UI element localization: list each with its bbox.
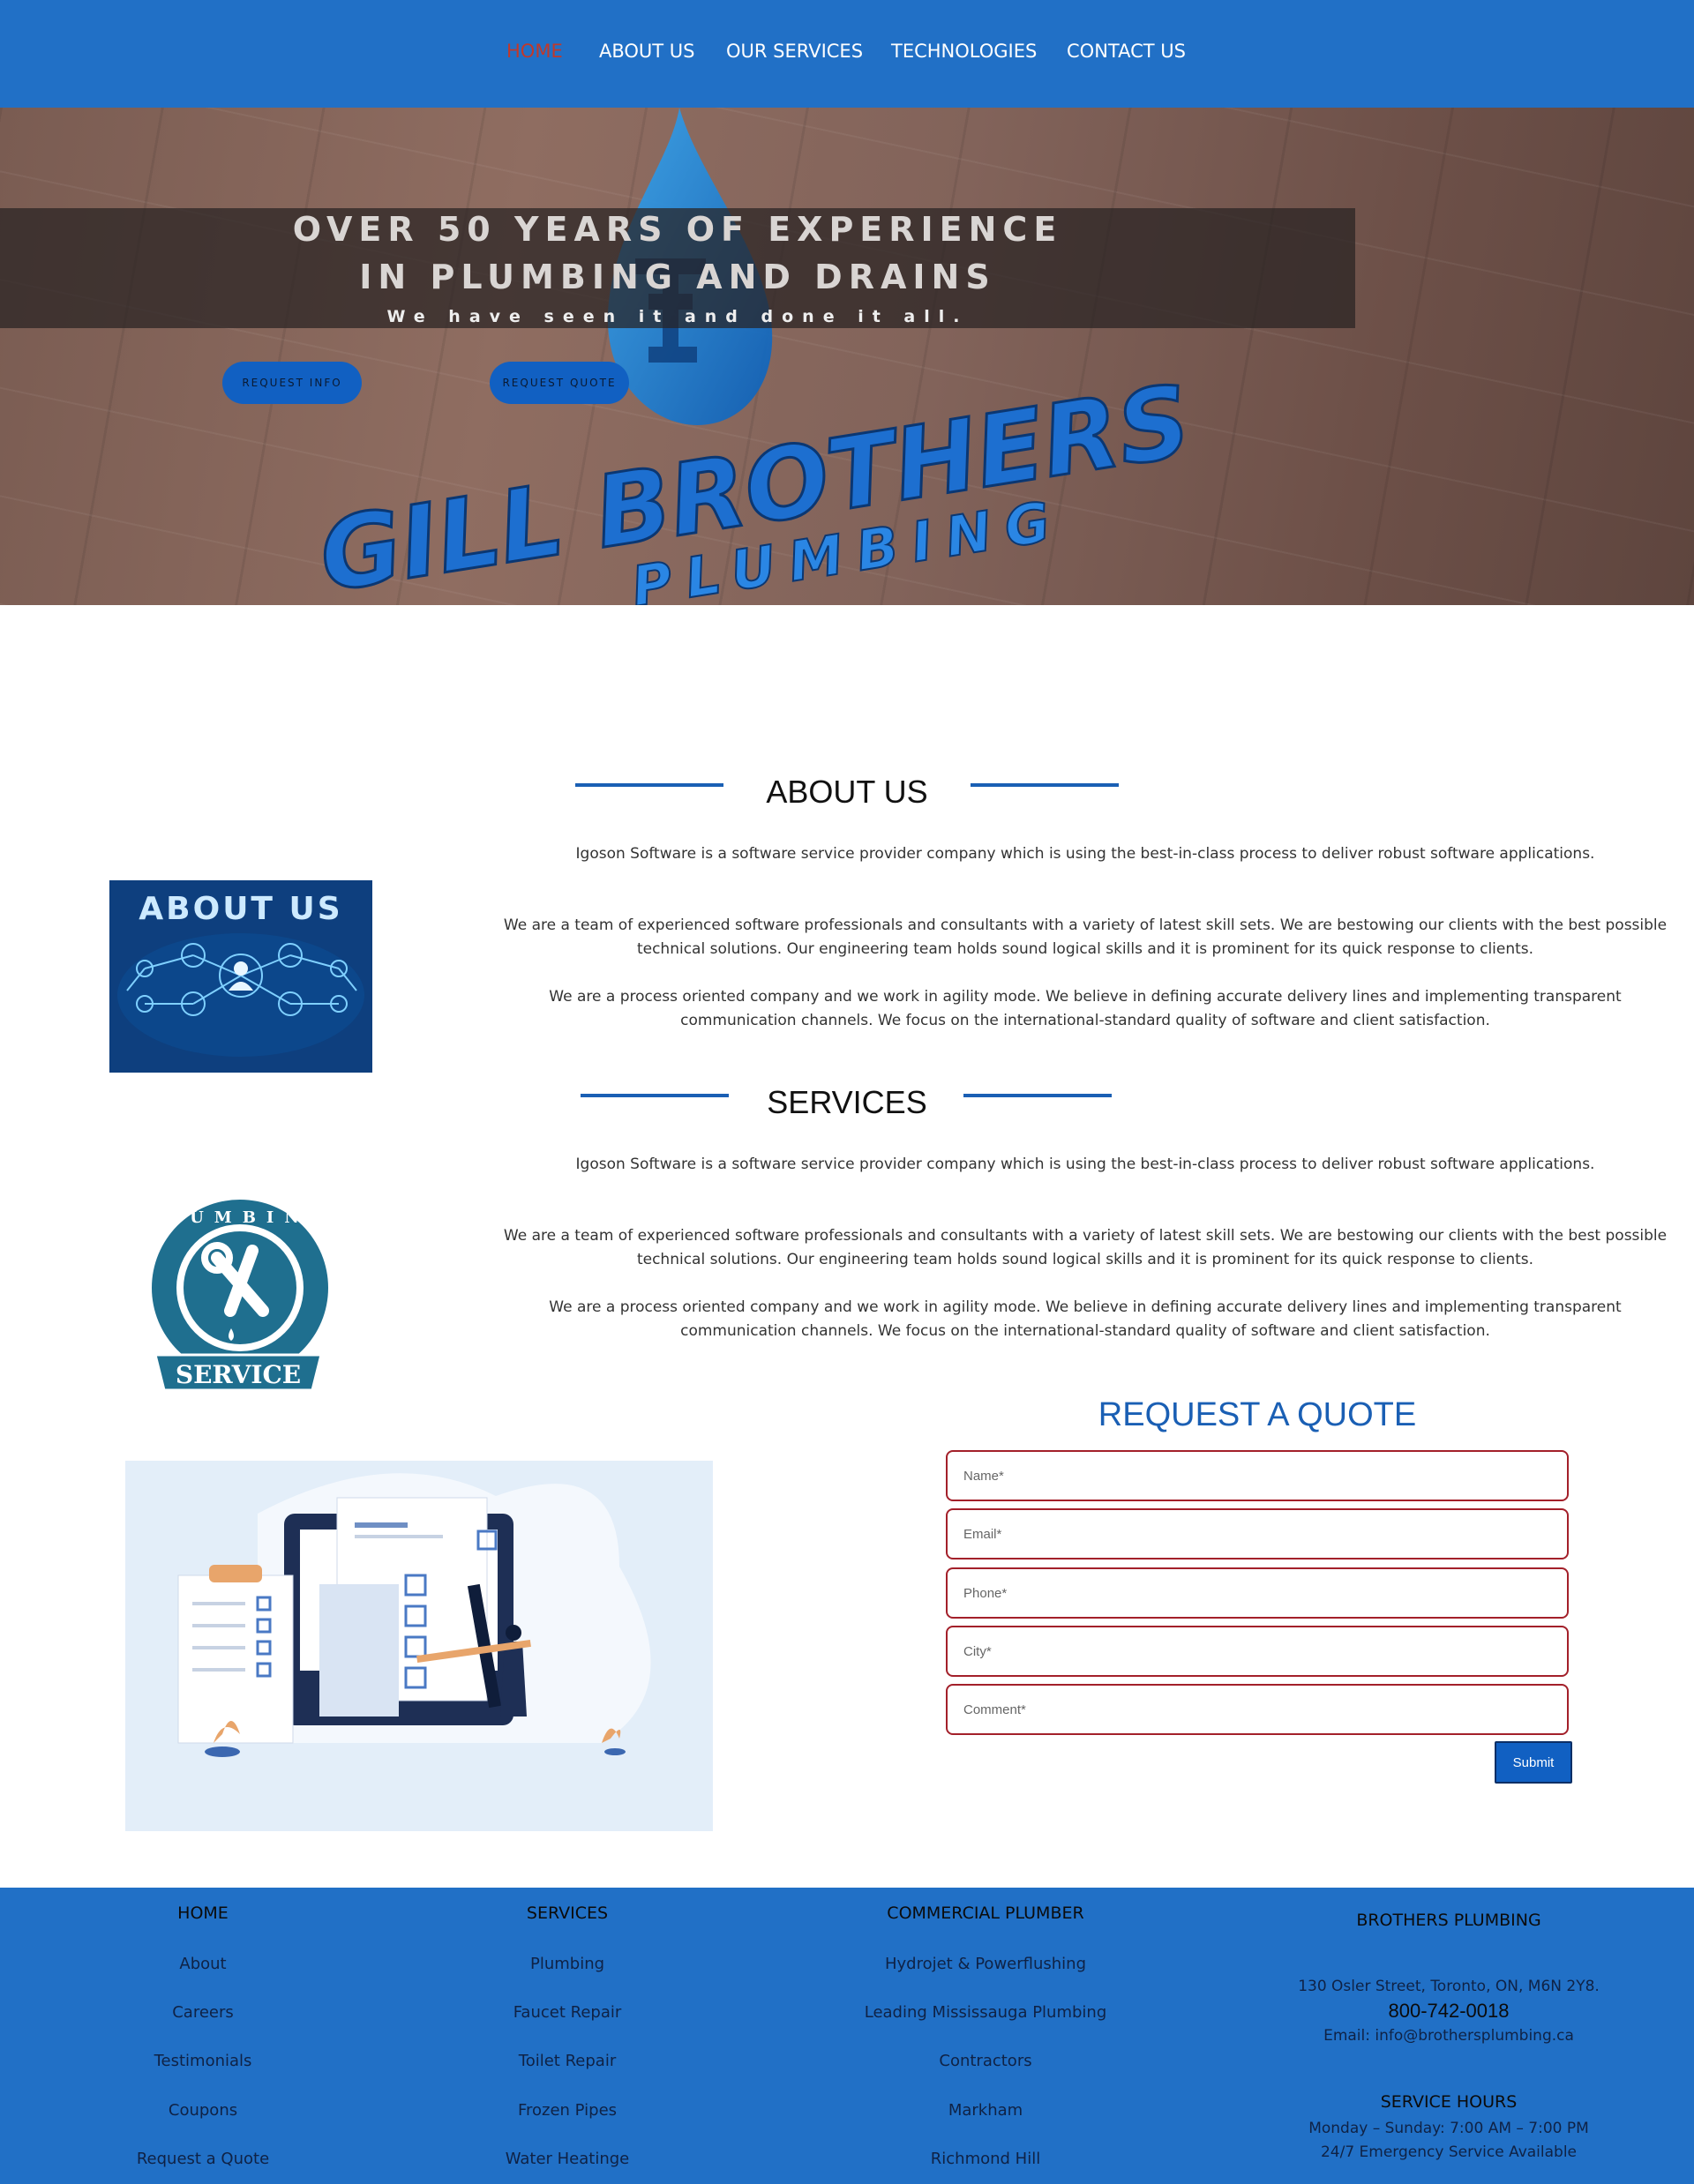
services-title-rule-left: [581, 1094, 729, 1097]
about-paragraph-2: We are a team of experienced software pr…: [503, 916, 1668, 958]
footer-link-testimonials[interactable]: Testimonials: [71, 2052, 335, 2070]
nav-services-link[interactable]: OUR SERVICES: [726, 41, 863, 62]
nav-contact-link[interactable]: CONTACT US: [1067, 41, 1186, 62]
nav-technologies-link[interactable]: TECHNOLOGIES: [891, 41, 1037, 62]
footer-link-water-heating[interactable]: Water Heatinge: [435, 2150, 700, 2168]
footer-hours-heading: SERVICE HOURS: [1380, 2092, 1518, 2112]
about-title-rule-left: [575, 783, 723, 787]
footer-email[interactable]: Email: info@brothersplumbing.ca: [1272, 2027, 1625, 2045]
comment-field[interactable]: [946, 1684, 1569, 1735]
footer-link-mississauga[interactable]: Leading Mississauga Plumbing: [809, 2003, 1162, 2022]
checklist-illustration: [125, 1461, 713, 1831]
plumbing-service-badge: PLUMBING SERVICE: [146, 1196, 330, 1399]
hero-subheadline: We have seen it and done it all.: [386, 307, 969, 326]
about-title-rule-right: [971, 783, 1119, 787]
about-us-image: ABOUT US: [109, 880, 372, 1073]
badge-bottom-text: SERVICE: [176, 1360, 301, 1389]
footer-hours-line2: 24/7 Emergency Service Available: [1320, 2143, 1578, 2161]
footer-hours-line1: Monday – Sunday: 7:00 AM – 7:00 PM: [1308, 2120, 1589, 2137]
services-section-title: SERVICES: [767, 1084, 927, 1120]
footer-link-careers[interactable]: Careers: [71, 2003, 335, 2022]
hero-banner: GILL BROTHERS PLUMBING OVER 50 YEARS OF …: [0, 108, 1694, 605]
gill-brothers-logo: GILL BROTHERS PLUMBING: [311, 108, 1199, 605]
site-footer: HOME About Careers Testimonials Coupons …: [0, 1888, 1694, 2184]
footer-link-about[interactable]: About: [71, 1955, 335, 1973]
name-field[interactable]: [946, 1450, 1569, 1501]
about-paragraph-1: Igoson Software is a software service pr…: [575, 845, 1595, 863]
nav-about-link[interactable]: ABOUT US: [599, 41, 695, 62]
badge-top-text: PLUMBING: [146, 1208, 330, 1227]
top-navigation-bar: HOME ABOUT US OUR SERVICES TECHNOLOGIES …: [0, 0, 1694, 108]
phone-field[interactable]: [946, 1567, 1569, 1619]
footer-link-richmond-hill[interactable]: Richmond Hill: [809, 2150, 1162, 2168]
footer-col3-heading[interactable]: COMMERCIAL PLUMBER: [809, 1904, 1162, 1923]
about-image-caption: ABOUT US: [139, 891, 342, 927]
nav-home-link[interactable]: HOME: [506, 41, 563, 62]
services-paragraph-3: We are a process oriented company and we…: [549, 1298, 1622, 1340]
footer-link-faucet-repair[interactable]: Faucet Repair: [435, 2003, 700, 2022]
services-title-rule-right: [963, 1094, 1112, 1097]
hero-headline-line1: OVER 50 YEARS OF EXPERIENCE: [292, 210, 1063, 249]
footer-address: 130 Osler Street, Toronto, ON, M6N 2Y8.: [1298, 1978, 1600, 1995]
footer-link-hydrojet[interactable]: Hydrojet & Powerflushing: [809, 1955, 1162, 1973]
email-field[interactable]: [946, 1508, 1569, 1559]
footer-col1-heading[interactable]: HOME: [71, 1904, 335, 1923]
footer-link-markham[interactable]: Markham: [809, 2101, 1162, 2120]
request-info-button[interactable]: REQUEST INFO: [222, 362, 362, 404]
footer-link-plumbing[interactable]: Plumbing: [435, 1955, 700, 1973]
footer-link-contractors[interactable]: Contractors: [809, 2052, 1162, 2070]
footer-link-frozen-pipes[interactable]: Frozen Pipes: [435, 2101, 700, 2120]
services-paragraph-1: Igoson Software is a software service pr…: [575, 1156, 1595, 1173]
services-paragraph-2: We are a team of experienced software pr…: [503, 1227, 1668, 1268]
footer-link-request-quote[interactable]: Request a Quote: [71, 2150, 335, 2168]
footer-company-name: BROTHERS PLUMBING: [1356, 1911, 1541, 1930]
footer-link-toilet-repair[interactable]: Toilet Repair: [435, 2052, 700, 2070]
about-paragraph-3: We are a process oriented company and we…: [549, 988, 1622, 1029]
city-field[interactable]: [946, 1626, 1569, 1677]
footer-link-coupons[interactable]: Coupons: [71, 2101, 335, 2120]
hero-headline-line2: IN PLUMBING AND DRAINS: [359, 258, 996, 296]
request-quote-button[interactable]: REQUEST QUOTE: [490, 362, 629, 404]
request-quote-title: REQUEST A QUOTE: [1098, 1396, 1417, 1433]
submit-button[interactable]: Submit: [1495, 1741, 1572, 1784]
footer-col2-heading[interactable]: SERVICES: [435, 1904, 700, 1923]
footer-phone[interactable]: 800-742-0018: [1272, 2000, 1625, 2023]
about-section-title: ABOUT US: [766, 774, 928, 810]
